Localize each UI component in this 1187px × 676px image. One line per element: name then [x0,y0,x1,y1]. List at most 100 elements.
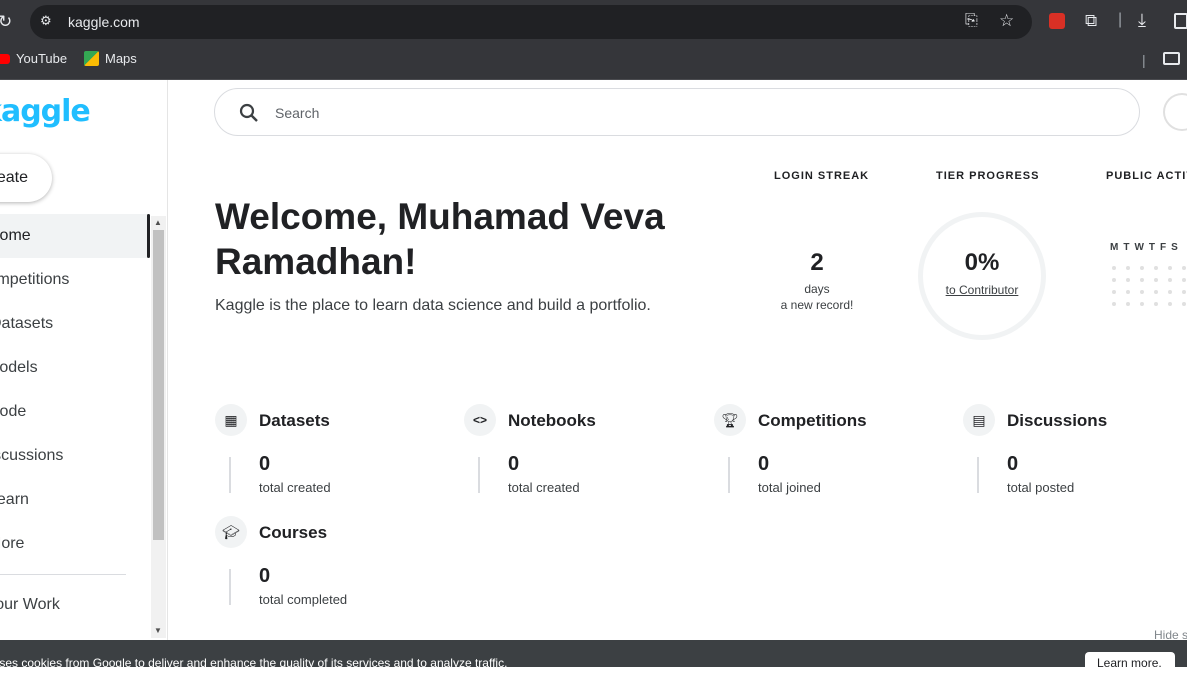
bookmark-label: Maps [105,51,137,66]
tier-progress-link[interactable]: to Contributor [918,283,1046,297]
activity-dot [1140,290,1144,294]
day-label: F [1160,242,1167,253]
activity-dot [1112,278,1116,282]
scroll-thumb[interactable] [153,230,164,540]
extensions-puzzle-icon[interactable]: ⧉ [1085,12,1097,29]
day-label: M [1110,242,1119,253]
browser-toolbar: ↻ ⚙ kaggle.com ⎘ ☆ ⧉ | ⤓ [0,0,1187,43]
create-button[interactable]: Create [0,154,52,202]
scroll-down-icon[interactable]: ▼ [154,626,162,635]
activity-dot [1112,302,1116,306]
create-label: Create [0,169,28,186]
card-value-courses: 0 [259,565,271,587]
extension-red-icon[interactable] [1049,13,1065,29]
install-app-icon[interactable]: ⎘ [965,13,978,29]
public-activity-heading: PUBLIC ACTIVITY [1106,170,1187,182]
sidebar-item-models[interactable]: Models [0,346,150,390]
separator-icon: | [1118,11,1123,28]
activity-dot [1126,278,1130,282]
card-divider [478,457,480,493]
site-settings-icon[interactable]: ⚙ [40,14,52,27]
maps-icon [84,51,99,66]
folder-icon[interactable] [1163,52,1180,65]
bookmark-star-icon[interactable]: ☆ [999,12,1014,29]
card-title-discussions[interactable]: Discussions [1007,411,1107,431]
activity-dot [1182,278,1186,282]
card-title-competitions[interactable]: Competitions [758,411,867,431]
activity-dot [1168,266,1172,270]
trophy-icon: 🏆︎ [714,404,746,436]
search-input[interactable]: Search [275,105,319,121]
activity-dot [1112,266,1116,270]
card-value-datasets: 0 [259,453,271,475]
sidebar-item-more[interactable]: More [0,522,150,566]
day-label: W [1134,242,1144,253]
activity-dot [1154,290,1158,294]
sidebar-item-label: Home [0,227,31,244]
cookie-banner: Kaggle uses cookies from Google to deliv… [0,640,1187,676]
login-streak-value: 2 [810,249,824,276]
sidebar-item-label: Your Work [0,596,60,613]
sidebar-item-label: Learn [0,491,29,508]
sidebar-item-label: Discussions [0,447,64,464]
avatar[interactable] [1163,93,1187,131]
tier-progress-value: 0% [964,249,1000,276]
login-streak-heading: LOGIN STREAK [774,170,870,182]
activity-dot [1182,266,1186,270]
sidebar-item-label: More [0,535,25,552]
activity-dot [1154,278,1158,282]
card-divider [977,457,979,493]
card-sub-datasets: total created [259,480,331,495]
code-icon: <> [464,404,496,436]
activity-dot [1140,266,1144,270]
activity-dot [1154,302,1158,306]
scroll-up-icon[interactable]: ▲ [154,218,162,227]
reload-icon[interactable]: ↻ [0,13,12,30]
sidebar-item-learn[interactable]: Learn [0,478,150,522]
kaggle-logo[interactable]: kaggle [0,94,91,129]
card-divider [229,457,231,493]
school-icon: 🎓︎ [215,516,247,548]
side-panel-icon[interactable] [1174,13,1187,29]
card-sub-competitions: total joined [758,480,821,495]
download-icon[interactable]: ⤓ [1138,11,1146,29]
url-text[interactable]: kaggle.com [68,14,140,30]
sidebar-item-label: Models [0,359,38,376]
activity-dot [1126,266,1130,270]
activity-dot [1168,302,1172,306]
day-label: S [1171,242,1178,253]
sidebar-item-your-work[interactable]: Your Work [0,583,150,627]
sidebar-item-competitions[interactable]: Competitions [0,258,150,302]
page-title: Welcome, Muhamad Veva Ramadhan! [215,196,665,282]
sidebar-scrollbar[interactable]: ▲ ▼ [151,216,166,638]
bookmark-maps[interactable]: Maps [84,51,137,66]
card-sub-courses: total completed [259,592,348,607]
learn-more-button[interactable]: Learn more. [1085,652,1175,676]
sidebar-item-home[interactable]: Home [0,214,150,258]
youtube-icon [0,53,10,64]
bookmark-label: YouTube [16,51,68,66]
card-sub-discussions: total posted [1007,480,1075,495]
sidebar-item-discussions[interactable]: Discussions [0,434,150,478]
search-icon [239,103,258,122]
card-title-courses[interactable]: Courses [259,523,327,543]
card-value-notebooks: 0 [508,453,520,475]
sidebar-item-code[interactable]: Code [0,390,150,434]
activity-dot [1126,290,1130,294]
bookmark-youtube[interactable]: YouTube [0,51,67,66]
search-box[interactable]: Search [214,88,1140,136]
card-divider [229,569,231,605]
address-bar[interactable]: ⚙ kaggle.com ⎘ ☆ [30,5,1032,39]
activity-dot [1168,290,1172,294]
sidebar-item-datasets[interactable]: Datasets [0,302,150,346]
active-indicator [147,214,150,258]
table-icon: ▦ [215,404,247,436]
card-title-datasets[interactable]: Datasets [259,411,330,431]
card-title-notebooks[interactable]: Notebooks [508,411,596,431]
activity-days-row: M T W T F S [1110,242,1178,253]
sidebar: kaggle Create Home Competitions Datasets… [0,80,168,640]
activity-dot [1182,302,1186,306]
separator-icon: | [1142,52,1146,68]
day-label: T [1123,242,1130,253]
sidebar-item-label: Datasets [0,315,54,332]
